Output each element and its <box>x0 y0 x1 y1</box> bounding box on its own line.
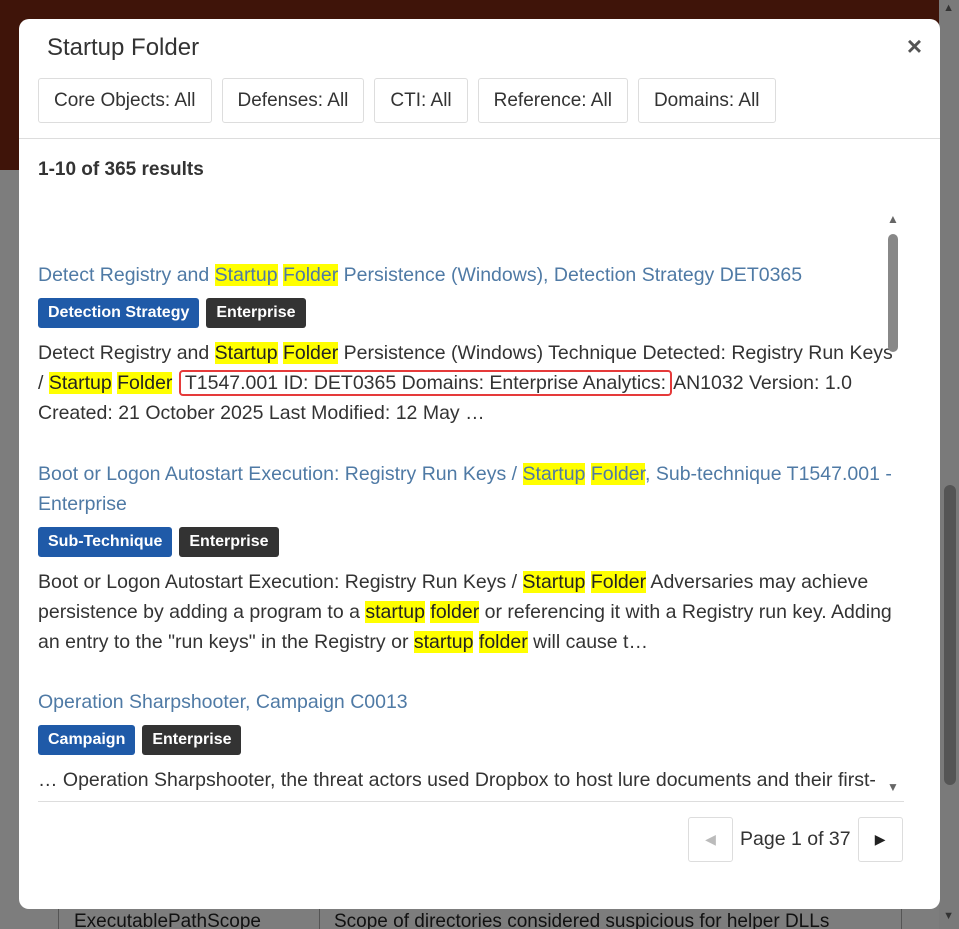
modal-title: Startup Folder <box>47 34 200 61</box>
result-title-link[interactable]: Operation Sharpshooter, Campaign C0013 <box>38 687 898 717</box>
scroll-down-icon[interactable]: ▼ <box>887 780 899 794</box>
table-cell: ExecutablePathScope <box>74 911 261 929</box>
background-table-row: ExecutablePathScope Scope of directories… <box>38 906 918 929</box>
table-divider <box>319 907 320 929</box>
search-modal: Startup Folder × Core Objects: All Defen… <box>19 19 940 909</box>
next-page-button[interactable]: ▶ <box>857 817 903 862</box>
page-scroll-thumb[interactable] <box>944 485 956 785</box>
filter-defenses-button[interactable]: Defenses: All <box>221 78 365 123</box>
filter-reference-button[interactable]: Reference: All <box>477 78 628 123</box>
page-scrollbar[interactable]: ▲ ▼ <box>939 0 959 929</box>
result-badges: Campaign Enterprise <box>38 725 898 755</box>
domain-badge: Enterprise <box>206 298 306 328</box>
result-count: 1-10 of 365 results <box>38 159 204 180</box>
domain-badge: Enterprise <box>142 725 242 755</box>
result-item: Operation Sharpshooter, Campaign C0013 C… <box>38 687 898 802</box>
results-list[interactable]: Detect Registry and Startup Folder Persi… <box>38 212 904 802</box>
type-badge: Detection Strategy <box>38 298 200 328</box>
scroll-up-icon[interactable]: ▲ <box>887 212 899 226</box>
result-description: Detect Registry and Startup Folder Persi… <box>38 342 893 424</box>
type-badge: Campaign <box>38 725 136 755</box>
result-item: Boot or Logon Autostart Execution: Regis… <box>38 459 898 657</box>
result-title-link[interactable]: Detect Registry and Startup Folder Persi… <box>38 260 898 290</box>
filter-bar: Core Objects: All Defenses: All CTI: All… <box>38 78 776 123</box>
domain-badge: Enterprise <box>179 527 279 557</box>
result-description: … Operation Sharpshooter, the threat act… <box>38 769 876 802</box>
divider <box>38 801 904 802</box>
annotation-highlight-box: T1547.001 ID: DET0365 Domains: Enterpris… <box>178 370 673 396</box>
filter-domains-button[interactable]: Domains: All <box>637 78 776 123</box>
result-item: Detect Registry and Startup Folder Persi… <box>38 260 898 428</box>
type-badge: Sub-Technique <box>38 527 173 557</box>
divider <box>19 138 940 139</box>
result-badges: Sub-Technique Enterprise <box>38 527 898 557</box>
table-divider <box>901 907 902 929</box>
previous-page-button[interactable]: ◀ <box>688 817 733 862</box>
result-description: Boot or Logon Autostart Execution: Regis… <box>38 571 892 653</box>
result-badges: Detection Strategy Enterprise <box>38 298 898 328</box>
filter-core-objects-button[interactable]: Core Objects: All <box>38 78 212 123</box>
result-title-link[interactable]: Boot or Logon Autostart Execution: Regis… <box>38 459 898 519</box>
scroll-up-icon[interactable]: ▲ <box>943 2 954 14</box>
table-divider <box>58 907 59 929</box>
pagination: ◀ Page 1 of 37 ▶ <box>688 817 903 862</box>
scroll-down-icon[interactable]: ▼ <box>943 910 954 922</box>
results-scroll-thumb[interactable] <box>888 234 898 352</box>
filter-cti-button[interactable]: CTI: All <box>374 78 468 123</box>
page-indicator: Page 1 of 37 <box>740 828 851 850</box>
close-icon[interactable]: × <box>907 33 922 59</box>
results-scrollbar[interactable]: ▲ ▼ <box>885 212 903 800</box>
table-cell: Scope of directories considered suspicio… <box>334 911 830 929</box>
